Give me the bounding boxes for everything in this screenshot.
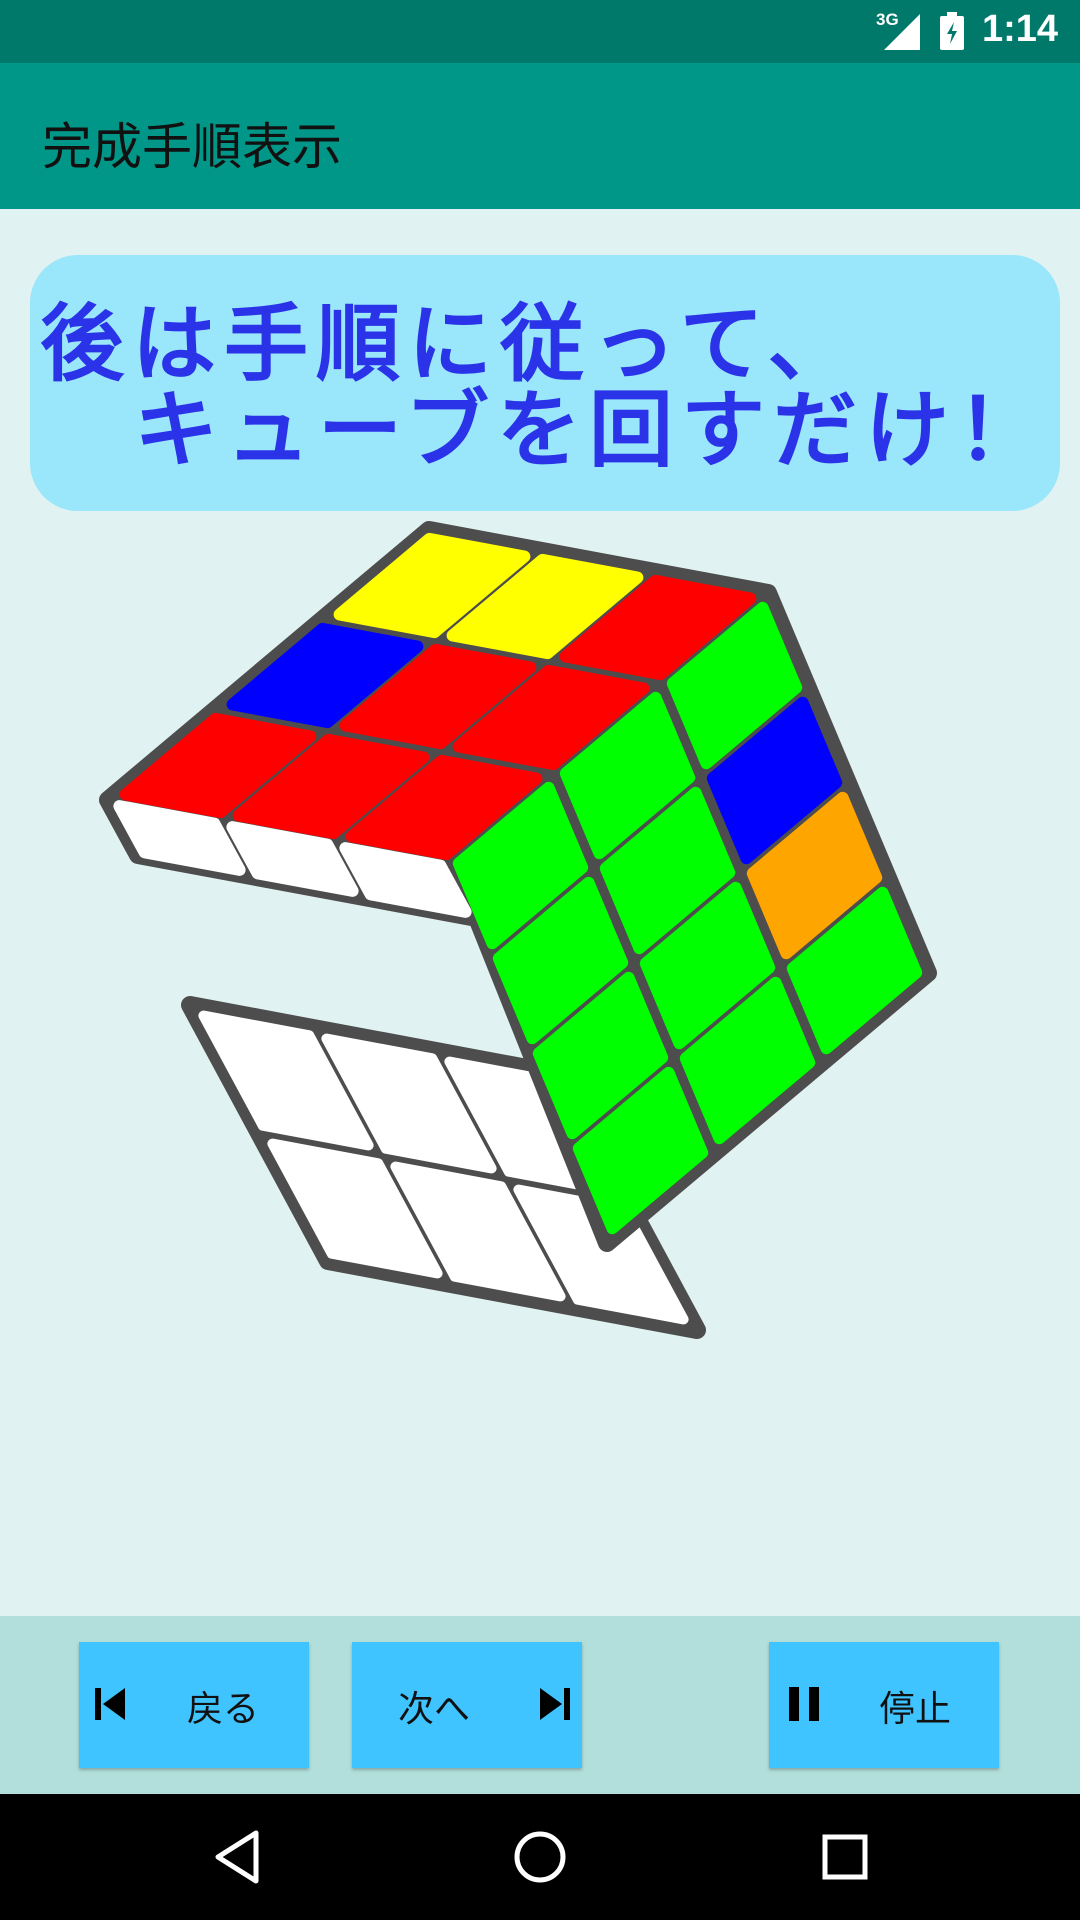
status-bar: 3G 1:14 — [0, 0, 1080, 63]
battery-icon — [940, 12, 964, 50]
skip-previous-icon — [95, 1688, 125, 1720]
rubiks-cube-illustration — [99, 521, 937, 1339]
app-bar: 完成手順表示 — [0, 63, 1080, 209]
home-icon[interactable] — [511, 1828, 569, 1886]
back-button[interactable]: 戻る — [79, 1642, 309, 1768]
navigation-bar — [0, 1794, 1080, 1920]
skip-next-icon — [540, 1688, 570, 1720]
bottom-controls: 戻る 次へ 停止 — [0, 1616, 1080, 1794]
stop-button-label: 停止 — [879, 1689, 952, 1730]
clock: 1:14 — [981, 8, 1058, 50]
page-title: 完成手順表示 — [42, 118, 342, 176]
pause-icon — [789, 1687, 819, 1721]
next-button[interactable]: 次へ — [352, 1642, 582, 1768]
back-button-label: 戻る — [187, 1689, 260, 1730]
signal-icon — [884, 14, 920, 50]
stop-button[interactable]: 停止 — [769, 1642, 999, 1768]
recents-icon[interactable] — [816, 1828, 874, 1886]
next-button-label: 次へ — [398, 1689, 471, 1730]
back-icon[interactable] — [212, 1828, 262, 1886]
main-content: 後は手順に従って、 キューブを回すだけ！ — [0, 209, 1080, 1616]
